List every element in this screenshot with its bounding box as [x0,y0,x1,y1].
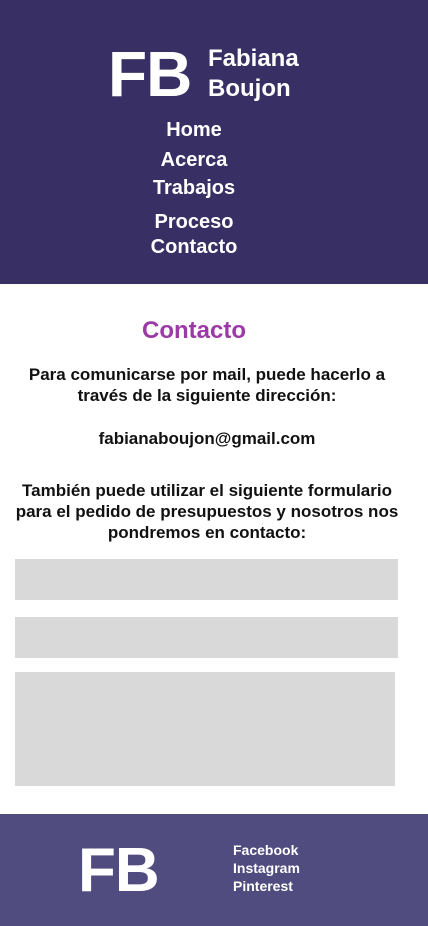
form-intro-line-1: También puede utilizar el siguiente form… [22,481,392,500]
logo-last-name: Boujon [208,75,291,102]
intro-line-2: través de la siguiente dirección: [77,386,337,405]
nav-item-home[interactable]: Home [0,118,388,142]
logo-initials[interactable]: FB [108,38,192,110]
form-intro-line-3: pondremos en contacto: [107,523,307,542]
form-field-1[interactable] [15,559,398,600]
form-field-2[interactable] [15,617,398,658]
footer-logo-initials[interactable]: FB [78,836,160,906]
facebook-link[interactable]: Facebook [233,841,298,859]
nav-item-contacto[interactable]: Contacto [0,235,388,259]
message-textarea[interactable] [15,672,395,786]
logo-first-name: Fabiana [208,45,299,72]
intro-line-1: Para comunicarse por mail, puede hacerlo… [28,365,386,384]
page-title: Contacto [142,317,246,344]
nav-item-trabajos[interactable]: Trabajos [0,176,388,200]
site-header: FB Fabiana Boujon Home Acerca Trabajos P… [0,0,428,284]
contact-email[interactable]: fabianaboujon@gmail.com [0,428,414,449]
site-footer: FB Facebook Instagram Pinterest [0,814,428,926]
pinterest-link[interactable]: Pinterest [233,877,293,895]
form-intro-line-2: para el pedido de presupuestos y nosotro… [15,502,399,521]
instagram-link[interactable]: Instagram [233,859,300,877]
logo-name: Fabiana Boujon [208,44,299,104]
nav-item-proceso[interactable]: Proceso [0,210,388,234]
nav-item-acerca[interactable]: Acerca [0,148,388,172]
